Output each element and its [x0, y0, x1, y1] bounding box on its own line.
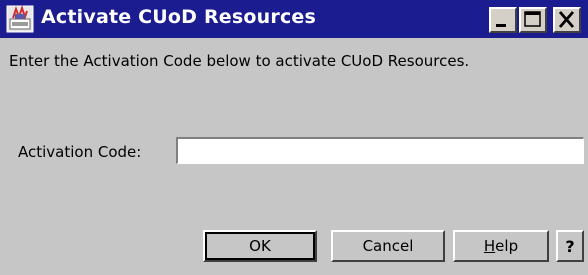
window-title: Activate CUoD Resources: [41, 6, 316, 28]
application-icon: [6, 5, 34, 33]
maximize-button[interactable]: [519, 7, 547, 33]
activation-code-label: Activation Code:: [18, 143, 142, 161]
cancel-button[interactable]: Cancel: [331, 230, 445, 262]
minimize-button[interactable]: [489, 7, 517, 33]
close-icon: [558, 11, 575, 28]
ok-button-label: OK: [249, 236, 271, 255]
minimize-icon: [496, 24, 506, 27]
title-bar[interactable]: Activate CUoD Resources: [0, 0, 588, 38]
help-button-label: elp: [495, 236, 519, 255]
help-button[interactable]: Help: [453, 230, 549, 262]
help-mnemonic: H: [483, 236, 496, 255]
maximize-icon: [524, 11, 541, 27]
activate-cuod-dialog: Activate CUoD Resources Enter the Activa…: [0, 0, 588, 275]
instruction-text: Enter the Activation Code below to activ…: [9, 52, 470, 70]
ok-button[interactable]: OK: [203, 230, 317, 262]
context-help-label: ?: [565, 236, 575, 256]
cancel-button-label: Cancel: [362, 236, 414, 255]
activation-code-input[interactable]: [176, 137, 584, 164]
context-help-button[interactable]: ?: [556, 230, 584, 262]
close-button[interactable]: [553, 7, 581, 33]
